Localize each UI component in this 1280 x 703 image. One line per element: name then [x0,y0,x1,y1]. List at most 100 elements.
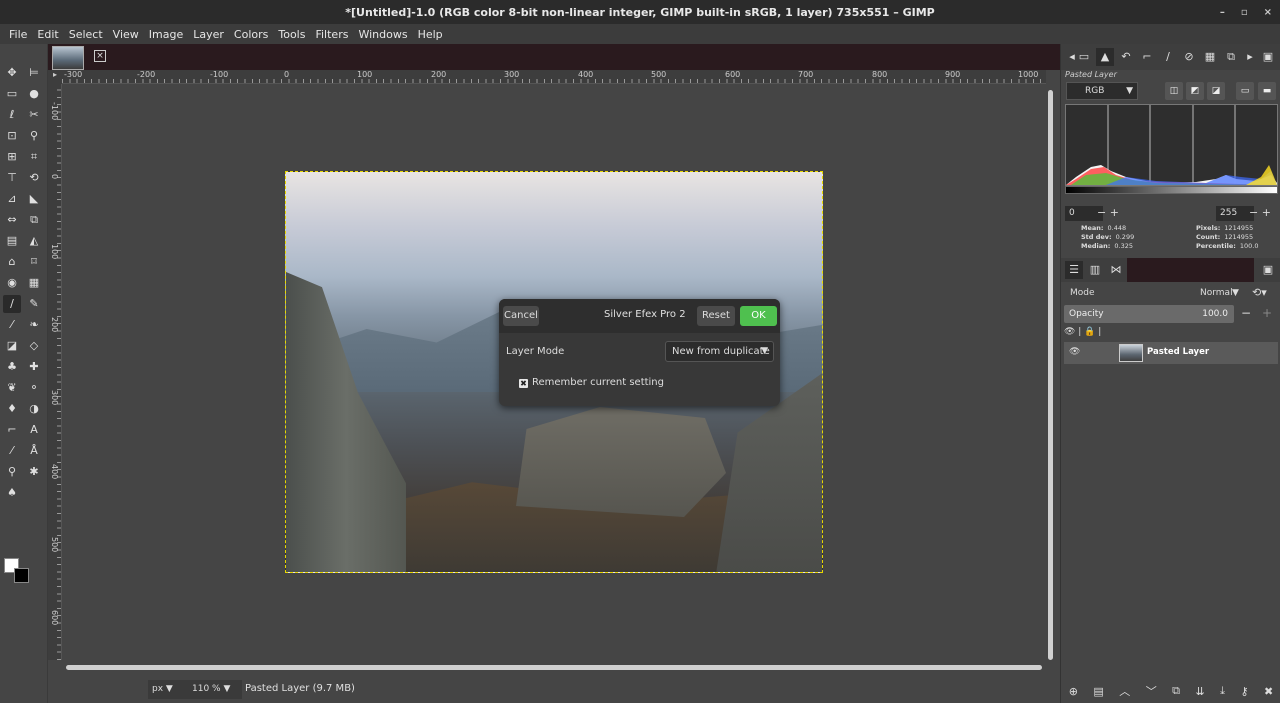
3d-transform-icon[interactable]: ⌑ [25,253,43,271]
horizontal-ruler[interactable]: -300 -200 -100 0 100 200 300 400 500 600… [62,70,1046,84]
opacity-plus-icon[interactable]: + [1262,306,1272,320]
maximize-button[interactable]: ▫ [1241,7,1248,18]
warp-text-icon[interactable]: Å [25,442,43,460]
lower-layer-icon[interactable]: ﹀ [1146,683,1157,699]
background-color[interactable] [14,568,29,583]
channel-dropdown[interactable]: RGB ▼ [1066,82,1138,100]
cage-icon[interactable]: ⧉ [25,211,43,229]
layer-row[interactable]: 👁 Pasted Layer [1064,342,1278,364]
move-tool-icon[interactable]: ✥ [3,64,21,82]
rect-select-icon[interactable]: ▭ [3,85,21,103]
menu-tools[interactable]: Tools [273,28,310,41]
align-tool-icon[interactable]: ⊨ [25,64,43,82]
dock-menu-icon[interactable]: ▣ [1259,48,1277,66]
blur-icon[interactable]: ⚬ [25,379,43,397]
scrollbar-thumb[interactable] [1048,90,1053,660]
menu-colors[interactable]: Colors [229,28,273,41]
color-picker-icon[interactable]: ⊞ [3,148,21,166]
tab-images-icon[interactable]: ⧉ [1222,48,1240,66]
mode-dropdown[interactable]: Normal [1200,288,1233,298]
pencil-icon[interactable]: ✎ [25,295,43,313]
raise-layer-icon[interactable]: ︿ [1119,683,1130,699]
tab-undo-icon[interactable]: ↶ [1117,48,1135,66]
vertical-scrollbar[interactable] [1046,86,1056,660]
opacity-minus-icon[interactable]: − [1241,306,1251,320]
histogram-bar-icon[interactable]: ▬ [1258,82,1276,100]
airbrush-icon[interactable]: ⁄ [3,316,21,334]
dodge-icon[interactable]: ◑ [25,400,43,418]
tab-channels-icon[interactable]: ▥ [1086,261,1104,279]
duplicate-layer-icon[interactable]: ⧉ [1172,684,1180,698]
handle-transform-icon[interactable]: ◭ [25,232,43,250]
tab-paths-icon[interactable]: ⌐ [1138,48,1156,66]
close-button[interactable]: × [1264,7,1272,18]
new-layer-group-icon[interactable]: ▤ [1093,685,1103,698]
tab-paths-panel-icon[interactable]: ⋈ [1107,261,1125,279]
horizontal-scrollbar[interactable] [62,662,1046,672]
layer-name[interactable]: Pasted Layer [1147,347,1209,357]
range-min-stepper-icon[interactable]: − + [1097,206,1119,219]
range-max-stepper-icon[interactable]: − + [1249,206,1271,219]
anchor-layer-icon[interactable]: ⇊ [1195,685,1204,698]
transform-icon[interactable]: ⟲ [25,169,43,187]
tab-layers-icon[interactable]: ☰ [1065,261,1083,279]
paths-icon[interactable]: ⌐ [3,421,21,439]
heal-icon[interactable]: ✚ [25,358,43,376]
linear-histogram-icon[interactable]: ◫ [1165,82,1183,100]
paintbrush-icon[interactable]: ∕ [3,295,21,313]
bucket-fill-icon[interactable]: ◉ [3,274,21,292]
eyedropper-icon[interactable]: ⁄ [3,442,21,460]
menu-filters[interactable]: Filters [310,28,353,41]
ok-button[interactable]: OK [740,306,777,326]
tab-brushes-icon[interactable]: ∕ [1159,48,1177,66]
close-icon[interactable]: × [94,50,106,62]
delete-layer-icon[interactable]: ✖ [1264,685,1273,698]
menu-view[interactable]: View [108,28,144,41]
smudge-icon[interactable]: ♦ [3,400,21,418]
log-histogram-icon[interactable]: ◩ [1186,82,1204,100]
menu-layer[interactable]: Layer [188,28,229,41]
mypaint-brush-icon[interactable]: ◪ [3,337,21,355]
perspective-clone-icon[interactable]: ❦ [3,379,21,397]
histogram-mode-icon[interactable]: ◪ [1207,82,1225,100]
ellipse-select-icon[interactable]: ● [25,85,43,103]
histogram-view-icon[interactable]: ▭ [1236,82,1254,100]
zoom-dropdown[interactable]: 110 % ▼ [184,680,242,699]
unit-dropdown[interactable]: px ▼ [148,680,184,699]
scrollbar-thumb[interactable] [66,665,1042,670]
measure-icon[interactable]: ⊤ [3,169,21,187]
opacity-slider[interactable]: Opacity 100.0 [1064,305,1234,323]
fuzzy-select-icon[interactable]: ⚲ [25,127,43,145]
gegl-icon[interactable]: ✱ [25,463,43,481]
flip-icon[interactable]: ⇔ [3,211,21,229]
clone-icon[interactable]: ♣ [3,358,21,376]
mode-reset-icon[interactable]: ⟲▾ [1252,286,1267,299]
tab-dynamics-icon[interactable]: ⊘ [1180,48,1198,66]
eye-icon[interactable]: 👁 [1069,347,1080,357]
menu-edit[interactable]: Edit [32,28,63,41]
tab-histogram-icon[interactable]: ▲ [1096,48,1114,66]
warp-icon[interactable]: ▤ [3,232,21,250]
mask-icon[interactable]: ⚷ [1240,685,1248,698]
zoom-icon[interactable]: ⚲ [3,463,21,481]
scissors-icon[interactable]: ✂ [25,106,43,124]
tab-patterns-icon[interactable]: ▦ [1201,48,1219,66]
reset-button[interactable]: Reset [697,306,735,326]
cancel-button[interactable]: Cancel [503,306,539,326]
ruler-corner-icon[interactable]: ▸ [48,70,62,84]
menu-image[interactable]: Image [144,28,188,41]
layer-mode-dropdown[interactable]: New from duplicate ▼ [665,341,774,362]
paint-select-icon[interactable]: ♠ [3,484,21,502]
minimize-button[interactable]: – [1220,7,1225,18]
layers-dock-menu-icon[interactable]: ▣ [1259,261,1277,279]
foreground-select-icon[interactable]: ⊡ [3,127,21,145]
histogram-graph[interactable] [1065,104,1278,186]
lasso-icon[interactable]: ℓ [3,106,21,124]
menu-file[interactable]: File [4,28,32,41]
menu-help[interactable]: Help [413,28,448,41]
vertical-ruler[interactable]: -100 0 100 200 300 400 500 600 [48,84,62,660]
menu-select[interactable]: Select [64,28,108,41]
image-tab-thumbnail[interactable] [52,46,84,70]
perspective-icon[interactable]: ⌂ [3,253,21,271]
crop-icon[interactable]: ⌗ [25,148,43,166]
